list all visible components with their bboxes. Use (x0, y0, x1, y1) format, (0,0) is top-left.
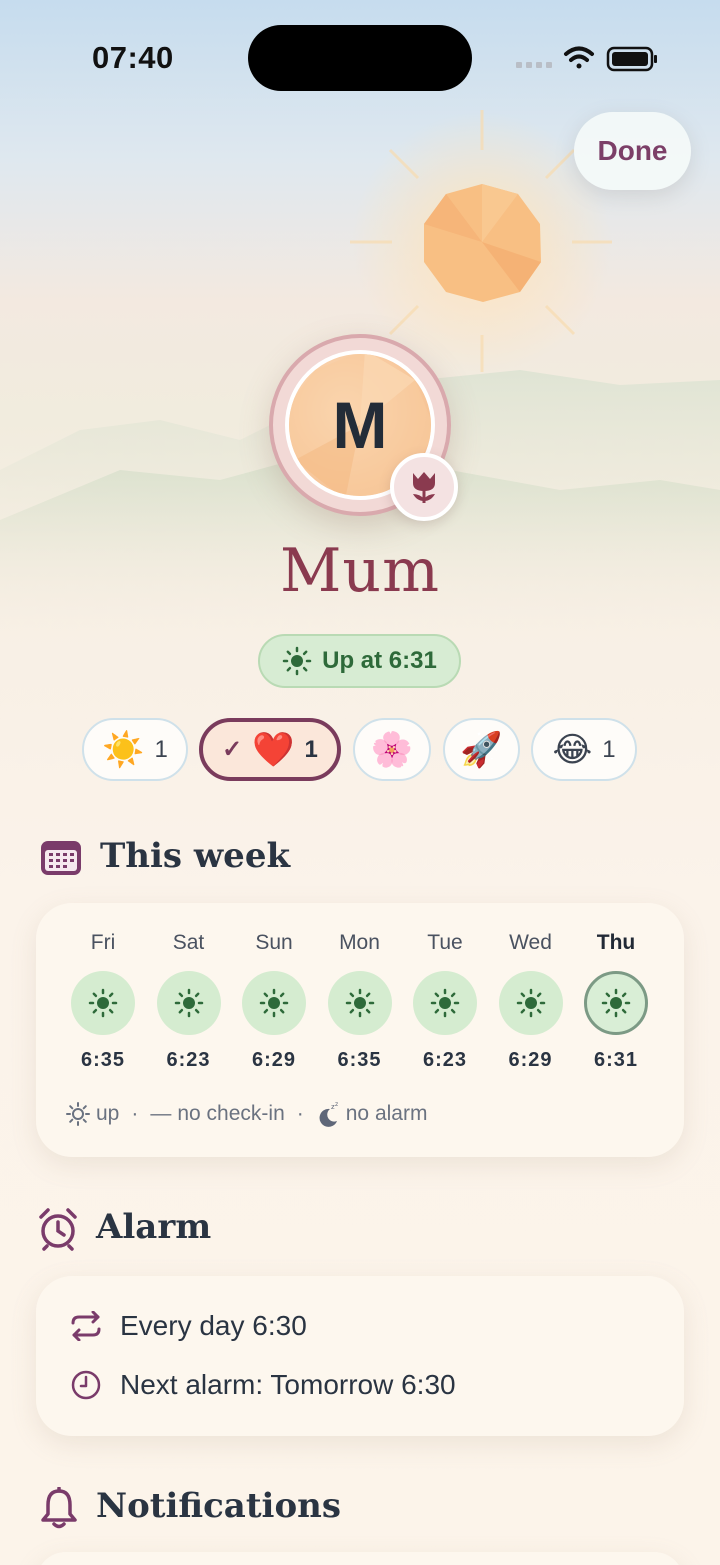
sun-icon (259, 988, 289, 1018)
reaction-blossom[interactable]: 🌸 (353, 718, 431, 781)
tulip-icon (413, 472, 435, 503)
day-status-circle (71, 971, 135, 1035)
reaction-laughing[interactable]: 😂 1 (531, 718, 637, 781)
alarm-schedule-row: Every day 6:30 (66, 1306, 307, 1346)
sun-icon (430, 988, 460, 1018)
day-wake-time: 6:23 (166, 1049, 211, 1071)
legend-no-alarm-label: no alarm (345, 1102, 428, 1125)
day-column-mon[interactable]: Mon 6:35 (320, 903, 400, 1083)
legend-no-checkin-label: no check-in (177, 1102, 285, 1125)
day-status-circle (327, 971, 392, 1035)
done-button[interactable]: Done (574, 112, 691, 190)
alarm-schedule-text: Every day 6:30 (120, 1310, 307, 1341)
reaction-sun[interactable]: ☀️ 1 (82, 718, 188, 781)
avatar-badge (390, 453, 458, 521)
sun-outline-icon (66, 1102, 90, 1126)
alarm-heading: Alarm (96, 1207, 212, 1247)
day-label: Thu (596, 931, 636, 954)
day-column-thu[interactable]: Thu 6:31 (576, 903, 656, 1083)
checkmark-icon: ✓ (222, 736, 243, 763)
day-column-sat[interactable]: Sat 6:23 (149, 903, 229, 1083)
sun-icon (282, 646, 312, 676)
notifications-heading: Notifications (96, 1486, 341, 1526)
sun-icon (174, 988, 203, 1018)
notifications-card[interactable] (36, 1552, 684, 1565)
day-column-sun[interactable]: Sun 6:29 (234, 903, 314, 1083)
reaction-count: 1 (154, 735, 168, 763)
cellular-signal-icon (516, 62, 552, 68)
day-label: Tue (427, 931, 463, 954)
battery-icon (606, 46, 657, 72)
blossom-emoji-icon: 🌸 (370, 729, 414, 770)
reaction-count: 1 (304, 735, 318, 763)
svg-text:z: z (335, 1101, 338, 1108)
clock-icon (66, 1365, 106, 1405)
reaction-heart[interactable]: ✓ ❤️ 1 (199, 718, 341, 781)
status-text: Up at 6:31 (322, 647, 437, 674)
sun-icon (516, 988, 545, 1018)
week-legend: up · — no check-in · z z no alarm (66, 1099, 427, 1129)
this-week-heading: This week (100, 836, 291, 876)
day-wake-time: 6:35 (80, 1049, 126, 1071)
day-wake-time: 6:23 (422, 1049, 468, 1071)
laughing-emoji-icon: 😂 (552, 729, 593, 770)
day-column-wed[interactable]: Wed 6:29 (491, 903, 571, 1083)
day-status-circle (242, 971, 306, 1035)
calendar-icon (41, 841, 81, 875)
legend-up-label: up (96, 1102, 120, 1125)
legend-dash: — (150, 1102, 172, 1125)
moon-sleep-icon: z z (319, 1101, 338, 1127)
sun-icon (345, 988, 374, 1018)
day-label: Sun (255, 931, 293, 954)
reaction-count: 1 (602, 735, 616, 763)
sun-emoji-icon: ☀️ (102, 729, 145, 770)
day-status-circle (413, 971, 477, 1035)
heart-emoji-icon: ❤️ (252, 729, 295, 770)
day-status-circle (156, 971, 221, 1035)
day-column-tue[interactable]: Tue 6:23 (405, 903, 485, 1083)
next-alarm-text: Next alarm: Tomorrow 6:30 (120, 1369, 456, 1400)
week-card: Fri 6:35 Sat 6:23 Sun 6:29 Mon 6:35 Tue 6:23 Wed 6:… (36, 903, 684, 1157)
sun-icon (601, 988, 631, 1018)
reaction-rocket[interactable]: 🚀 (443, 718, 520, 781)
day-wake-time: 6:35 (337, 1049, 382, 1071)
day-label: Fri (90, 931, 116, 954)
alarm-clock-icon (39, 1208, 77, 1251)
day-label: Sat (172, 931, 205, 954)
day-status-circle (498, 971, 563, 1035)
legend-separator: · (296, 1102, 304, 1125)
day-wake-time: 6:29 (251, 1049, 297, 1071)
legend-separator: · (131, 1102, 139, 1125)
alarm-card[interactable]: Every day 6:30 Next alarm: Tomorrow 6:30 (36, 1276, 684, 1436)
day-label: Mon (339, 931, 380, 954)
status-badge: Up at 6:31 (258, 634, 461, 688)
dynamic-island (248, 25, 472, 91)
rocket-emoji-icon: 🚀 (460, 729, 503, 770)
day-label: Wed (509, 931, 552, 954)
day-column-fri[interactable]: Fri 6:35 (63, 903, 143, 1083)
profile-name: Mum (280, 536, 440, 606)
day-status-circle (584, 971, 648, 1035)
status-icons (516, 46, 657, 72)
sun-icon (88, 988, 118, 1018)
status-bar-time: 07:40 (92, 40, 174, 75)
next-alarm-row: Next alarm: Tomorrow 6:30 (66, 1365, 456, 1405)
bell-icon (41, 1487, 77, 1529)
wifi-icon (564, 46, 594, 69)
repeat-icon (66, 1306, 106, 1346)
day-wake-time: 6:29 (508, 1049, 553, 1071)
day-wake-time: 6:31 (593, 1049, 639, 1071)
